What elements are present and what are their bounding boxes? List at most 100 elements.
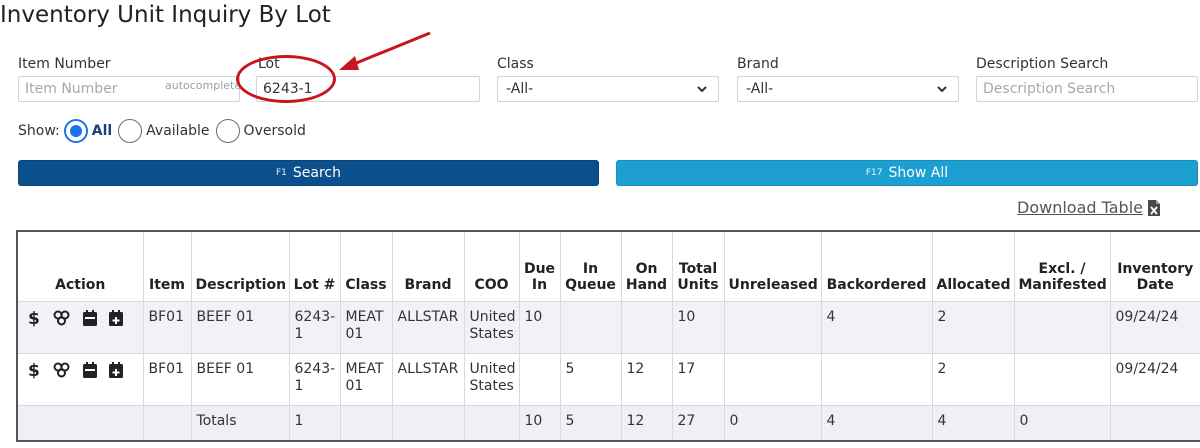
totals-empty (463, 404, 520, 442)
cell-lot-l1: 6243- (294, 308, 336, 325)
col-action[interactable]: Action (16, 230, 144, 302)
item-number-label: Item Number (18, 56, 111, 72)
cell-on-hand (620, 300, 673, 354)
show-filter: Show: All Available Oversold (18, 118, 308, 144)
col-excl-manifested[interactable]: Excl. / Manifested (1013, 230, 1111, 302)
inventory-table: Action Item Description Lot # Class Bran… (16, 230, 1200, 442)
totals-due-in: 10 (518, 404, 561, 442)
dollar-icon[interactable]: $ (27, 309, 41, 327)
class-label: Class (497, 56, 534, 72)
radio-oversold[interactable] (215, 119, 240, 143)
show-all-button[interactable]: F17 Show All (616, 160, 1198, 186)
cell-backordered (820, 352, 933, 406)
col-due-in[interactable]: Due In (518, 230, 561, 302)
cell-class: MEAT 01 (339, 300, 393, 354)
totals-empty (142, 404, 192, 442)
calendar-icon[interactable] (83, 309, 97, 326)
cell-description: BEEF 01 (190, 352, 290, 406)
col-total-units[interactable]: Total Units (671, 230, 725, 302)
cell-inventory-date: 09/24/24 (1109, 352, 1200, 406)
col-lot[interactable]: Lot # (288, 230, 341, 302)
col-class[interactable]: Class (339, 230, 393, 302)
download-table-link[interactable]: Download Table (1017, 198, 1161, 217)
cell-lot-l2: 1 (294, 325, 304, 342)
radio-oversold-label: Oversold (243, 123, 306, 139)
cell-due-in: 10 (518, 300, 561, 354)
chevron-down-icon (697, 86, 707, 93)
col-inventory-date[interactable]: Inventory Date (1109, 230, 1200, 302)
totals-excl: 0 (1013, 404, 1111, 442)
cell-in-queue (559, 300, 622, 354)
lot-label: Lot (258, 56, 280, 72)
cell-lot: 6243- 1 (288, 300, 341, 354)
col-brand[interactable]: Brand (391, 230, 465, 302)
search-button-label: Search (292, 165, 341, 181)
radio-all[interactable] (63, 119, 88, 143)
totals-empty (16, 404, 144, 442)
cell-class-l2: 01 (345, 325, 364, 342)
cell-brand: ALLSTAR (391, 300, 465, 354)
col-in-queue[interactable]: In Queue (559, 230, 622, 302)
totals-in-queue: 5 (559, 404, 622, 442)
cell-class-l2: 01 (345, 377, 364, 394)
cell-class-l1: MEAT (345, 308, 384, 325)
calendar-add-icon[interactable] (109, 309, 123, 326)
brand-select-value: -All- (746, 81, 774, 97)
col-description[interactable]: Description (190, 230, 290, 302)
description-search-input[interactable] (976, 76, 1198, 102)
show-all-button-key: F17 (865, 168, 883, 178)
col-item[interactable]: Item (142, 230, 192, 302)
download-table-label: Download Table (1017, 198, 1143, 217)
cell-class-l1: MEAT (345, 360, 384, 377)
class-select[interactable]: -All- (497, 76, 719, 102)
col-coo[interactable]: COO (463, 230, 520, 302)
totals-lot: 1 (288, 404, 341, 442)
page-title: Inventory Unit Inquiry By Lot (0, 2, 331, 28)
excel-file-icon (1148, 199, 1160, 216)
cell-brand: ALLSTAR (391, 352, 465, 406)
cell-coo: United States (463, 352, 520, 406)
calendar-icon[interactable] (83, 361, 97, 378)
radio-available[interactable] (118, 119, 143, 143)
cell-excl (1013, 352, 1111, 406)
cell-coo: United States (463, 300, 520, 354)
col-on-hand[interactable]: On Hand (620, 230, 673, 302)
action-cell: $ (16, 300, 144, 354)
cell-total-units: 17 (671, 352, 725, 406)
show-all-button-label: Show All (888, 165, 949, 181)
table-row: $ BF01 BEEF 01 6243- 1 MEAT 01 ALLSTAR Uni… (16, 352, 1200, 406)
cell-item: BF01 (142, 352, 192, 406)
cell-class: MEAT 01 (339, 352, 393, 406)
col-due-in-l2: In (531, 276, 548, 293)
description-search-label: Description Search (976, 56, 1109, 72)
brand-select[interactable]: -All- (737, 76, 959, 102)
search-button[interactable]: F1 Search (18, 160, 599, 186)
cell-lot-l1: 6243- (294, 360, 336, 377)
col-due-in-l1: Due (523, 260, 556, 277)
link-icon[interactable] (53, 362, 71, 378)
calendar-add-icon[interactable] (109, 361, 123, 378)
brand-label: Brand (737, 56, 779, 72)
cell-unreleased (723, 300, 822, 354)
link-icon[interactable] (53, 310, 71, 326)
col-on-hand-l1: On (635, 260, 658, 277)
col-unreleased[interactable]: Unreleased (723, 230, 822, 302)
svg-text:$: $ (28, 309, 40, 327)
cell-allocated: 2 (931, 352, 1015, 406)
radio-available-label: Available (146, 123, 210, 139)
cell-backordered: 4 (820, 300, 933, 354)
totals-empty (391, 404, 465, 442)
totals-label: Totals (190, 404, 290, 442)
cell-lot-l2: 1 (294, 377, 304, 394)
lot-input[interactable] (256, 76, 480, 102)
col-total-units-l1: Total (678, 260, 718, 277)
totals-empty (339, 404, 393, 442)
table-header-row: Action Item Description Lot # Class Bran… (16, 230, 1200, 302)
col-excl-l1: Excl. / (1038, 260, 1086, 277)
cell-due-in (518, 352, 561, 406)
col-backordered[interactable]: Backordered (820, 230, 933, 302)
col-allocated[interactable]: Allocated (931, 230, 1015, 302)
dollar-icon[interactable]: $ (27, 361, 41, 379)
cell-coo-l2: States (469, 377, 514, 394)
table-row: $ BF01 BEEF 01 6243- 1 MEAT 01 ALLSTAR Uni… (16, 300, 1200, 354)
